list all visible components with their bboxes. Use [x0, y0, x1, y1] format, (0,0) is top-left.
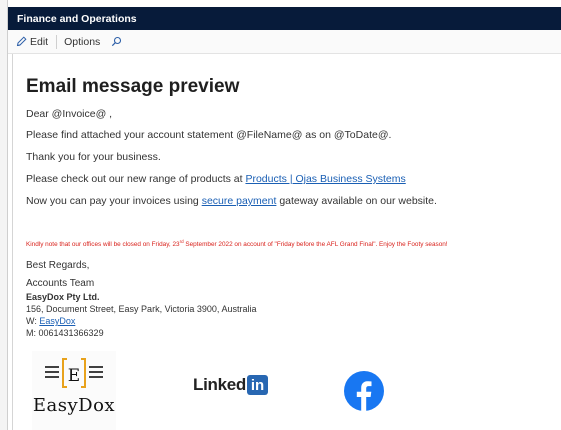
edit-label: Edit	[30, 35, 49, 48]
facebook-logo[interactable]	[344, 371, 384, 411]
pencil-icon	[16, 36, 27, 47]
web-prefix: W:	[26, 316, 40, 326]
linkedin-icon: in	[247, 375, 268, 395]
easydox-name: EasyDox	[32, 395, 116, 416]
notice-text: Kindly note that our offices will be clo…	[26, 241, 180, 249]
easydox-letter: E	[68, 366, 80, 386]
statement-line: Please find attached your account statem…	[26, 129, 392, 141]
products-line: Please check out our new range of produc…	[26, 173, 406, 185]
signature-address: 156, Document Street, Easy Park, Victori…	[26, 304, 257, 314]
payment-line-text: Now you can pay your invoices using	[26, 195, 202, 207]
app-title-bar: Finance and Operations	[8, 7, 561, 30]
linkedin-wordmark: Linked	[193, 375, 246, 394]
signature-web: W: EasyDox	[26, 316, 75, 327]
email-preview-panel: Email message preview Dear @Invoice@ , P…	[12, 54, 561, 430]
signature-team: Accounts Team	[26, 278, 95, 289]
greeting-line: Dear @Invoice@ ,	[26, 108, 113, 120]
left-edge-panel	[0, 0, 8, 430]
linkedin-logo[interactable]: Linked in	[193, 375, 268, 395]
action-toolbar: Edit Options	[8, 30, 561, 54]
products-link[interactable]: Products | Ojas Business Systems	[245, 173, 405, 185]
payment-line-suffix: gateway available on our website.	[276, 195, 437, 207]
notice-text-end: September 2022 on account of "Friday bef…	[183, 241, 448, 249]
products-line-text: Please check out our new range of produc…	[26, 173, 246, 185]
signature-mobile: M: 0061431366329	[26, 328, 104, 338]
search-icon	[111, 36, 122, 47]
search-button[interactable]	[111, 36, 122, 47]
secure-payment-link[interactable]: secure payment	[202, 195, 277, 207]
easydox-logo[interactable]: E EasyDox	[32, 351, 116, 430]
office-closure-notice: Kindly note that our offices will be clo…	[26, 239, 448, 248]
payment-line: Now you can pay your invoices using secu…	[26, 195, 437, 207]
page-title: Email message preview	[26, 76, 240, 97]
easydox-mark: E	[45, 358, 103, 388]
easydox-link[interactable]: EasyDox	[39, 316, 75, 326]
app-title: Finance and Operations	[17, 12, 137, 25]
edit-button[interactable]: Edit	[16, 36, 48, 48]
thanks-line: Thank you for your business.	[26, 151, 161, 163]
options-button[interactable]: Options	[64, 36, 100, 48]
toolbar-divider	[56, 34, 58, 49]
signature-regards: Best Regards,	[26, 260, 90, 271]
signature-company: EasyDox Pty Ltd.	[26, 292, 100, 302]
facebook-icon	[344, 371, 384, 411]
options-label: Options	[64, 35, 101, 48]
